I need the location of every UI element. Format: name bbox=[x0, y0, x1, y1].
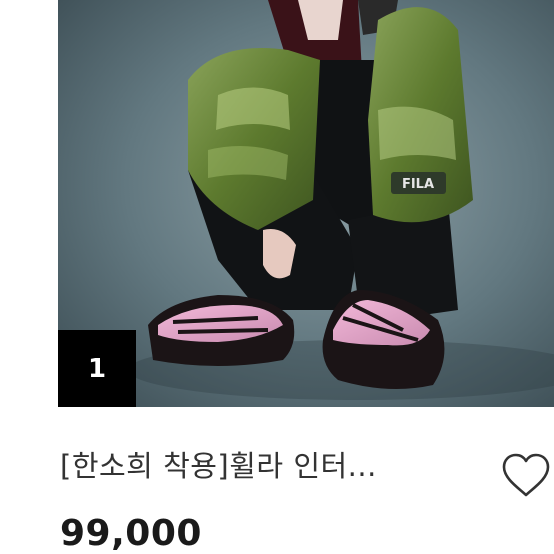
product-title[interactable]: [한소희 착용]휠라 인터... bbox=[60, 447, 480, 485]
heart-outline-icon[interactable] bbox=[498, 448, 554, 504]
product-price: 99,000 bbox=[60, 513, 202, 554]
fila-logo-text: FILA bbox=[402, 177, 434, 192]
product-card[interactable]: FILA 1 [한소희 착용]휠라 인터... 99,000 bbox=[0, 0, 554, 554]
rank-badge: 1 bbox=[58, 330, 136, 407]
